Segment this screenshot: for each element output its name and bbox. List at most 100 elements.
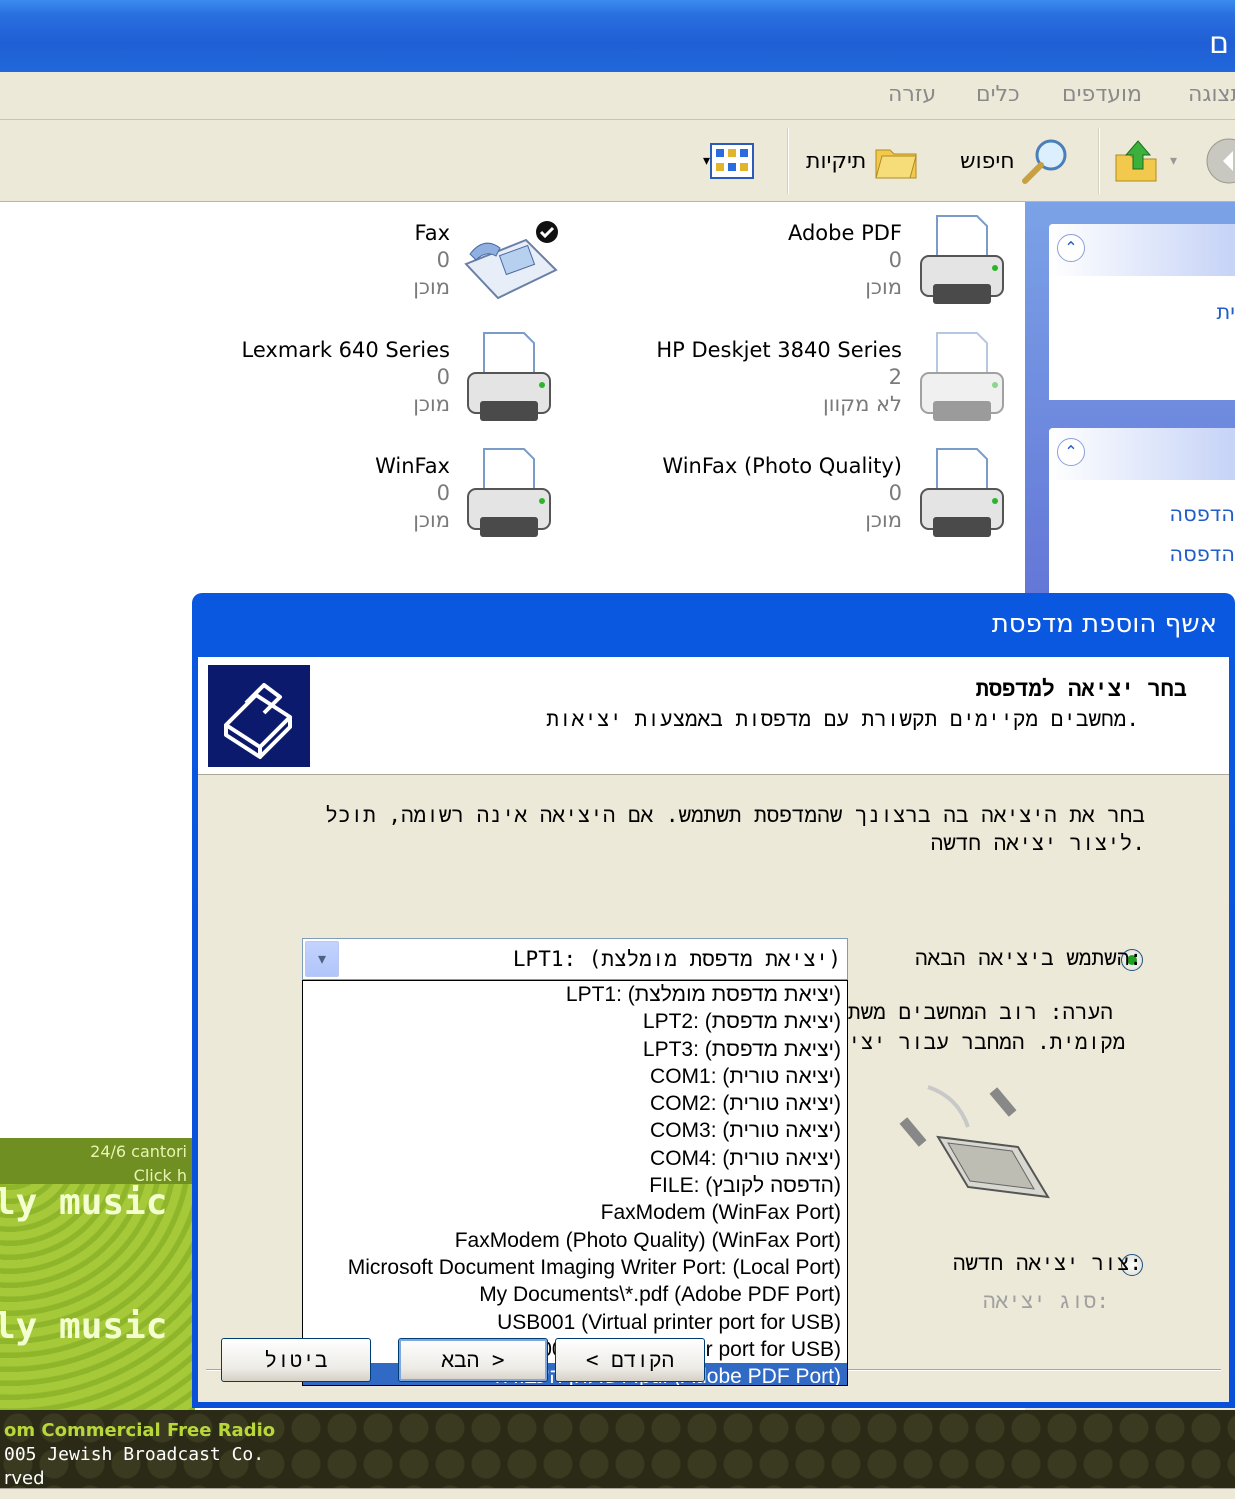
printer-icon [467,448,551,537]
footer-line-3: rved [4,1468,45,1489]
port-option[interactable]: USB001 (Virtual printer port for USB) [303,1309,847,1336]
port-dropdown-list[interactable]: LPT1: (יציאת מדפסת מומלצת) LPT2: (יציאת מ… [302,980,848,1386]
wizard-step-title: בחר יציאה למדפסת [975,677,1187,702]
dropdown-arrow-icon: ▾ [703,153,711,169]
window-title: ם [1209,26,1229,61]
printer-jobs: 0 [888,248,902,272]
port-note: הערה: רוב המחשבים משת מקומית. המחבר עבור… [848,997,1148,1057]
views-button[interactable]: ▾ [703,138,773,184]
radio-footer: om Commercial Free Radio 005 Jewish Broa… [0,1410,1235,1489]
printer-status: מוכן [865,508,902,532]
banner-music-1: ly music [0,1182,168,1223]
wizard-title: אשף הוספת מדפסת [991,609,1217,639]
folders-button[interactable]: תיקיות [806,138,920,184]
back-dropdown-arrow[interactable]: ▾ [1170,138,1177,184]
back-button[interactable]: < הקודם [555,1338,705,1382]
task-link[interactable]: ית [1217,300,1235,324]
wizard-instructions: בחר את היציאה בה ברצונך שהמדפסת תשתמש. א… [245,801,1145,857]
printer-name: WinFax (Photo Quality) [662,454,902,478]
printer-status: מוכן [413,392,450,416]
menu-help[interactable]: עזרה [888,82,936,107]
printer-icon [920,448,1004,537]
search-icon [1021,139,1067,184]
printer-icon [920,215,1004,304]
toolbar-separator [787,128,789,194]
task-pane: ⌃ ית ⌃ הדפסה הדפסה [1025,202,1235,612]
port-option[interactable]: FILE: (הדפסה לקובץ) [303,1172,847,1199]
next-button[interactable]: הבא > [398,1338,548,1382]
back-button[interactable] [1203,138,1235,184]
printer-item-lexmark[interactable]: Lexmark 640 Series 0 מוכן [200,337,450,418]
printer-jobs: 0 [436,481,450,505]
port-option[interactable]: COM1: (יציאה טורית) [303,1063,847,1090]
window-title-bar[interactable]: ם [0,0,1235,72]
menu-view[interactable]: תצוגה [1188,82,1235,107]
add-printer-wizard: אשף הוספת מדפסת בחר יציאה למדפסת מחשבים … [192,593,1235,1408]
folders-icon [875,149,918,179]
up-folder-button[interactable] [1112,138,1160,184]
status-bar [0,1488,1235,1499]
printer-name: Fax [414,221,450,245]
create-new-port-label: צור יציאה חדשה: [952,1251,1142,1275]
collapse-chevron-icon[interactable]: ⌃ [1057,438,1085,466]
menu-tools[interactable]: כלים [976,82,1020,107]
fax-icon [464,221,558,300]
collapse-chevron-icon[interactable]: ⌃ [1057,234,1085,262]
port-option[interactable]: COM3: (יציאה טורית) [303,1117,847,1144]
search-button[interactable]: חיפוש [960,138,1071,184]
chevron-down-icon[interactable]: ▾ [305,941,339,977]
use-existing-port-label: השתמש ביציאה הבאה: [915,946,1142,970]
port-option[interactable]: LPT3: (יציאת מדפסת) [303,1036,847,1063]
printer-item-fax[interactable]: Fax 0 מוכן [250,220,450,301]
banner-music-2: ly music [0,1306,168,1347]
port-option[interactable]: COM4: (יציאה טורית) [303,1145,847,1172]
port-option[interactable]: FaxModem (WinFax Port) [303,1199,847,1226]
port-option[interactable]: LPT2: (יציאת מדפסת) [303,1008,847,1035]
port-type-label: סוג יציאה: [982,1289,1109,1313]
printer-name: WinFax [375,454,450,478]
port-option[interactable]: My Documents\*.pdf (Adobe PDF Port) [303,1281,847,1308]
port-select[interactable]: LPT1: (יציאת מדפסת מומלצת) ▾ [302,938,848,980]
printer-icon [920,332,1004,421]
menu-bar: עזרה כלים מועדפים תצוגה [0,72,1235,120]
task-pane-box-2: ⌃ הדפסה הדפסה [1049,428,1235,612]
printer-item-adobe-pdf[interactable]: Adobe PDF 0 מוכן [640,220,902,301]
task-pane-box-2-header[interactable]: ⌃ [1049,428,1235,480]
printer-item-winfax[interactable]: WinFax 0 מוכן [250,453,450,534]
instruction-line-2: ליצור יציאה חדשה. [930,831,1145,855]
dropdown-arrow-icon: ▾ [1170,153,1178,169]
footer-line-1: om Commercial Free Radio [4,1420,276,1441]
wizard-header: בחר יציאה למדפסת מחשבים מקיימים תקשורת ע… [198,657,1229,775]
cancel-button[interactable]: ביטול [221,1338,371,1382]
wizard-title-bar[interactable]: אשף הוספת מדפסת [198,593,1229,657]
printer-item-winfax-photo[interactable]: WinFax (Photo Quality) 0 מוכן [600,453,902,534]
radio-banner[interactable]: 24/6 cantori Click h ly music ly music [0,1138,195,1410]
task-pane-box-1: ⌃ ית [1049,224,1235,400]
search-label: חיפוש [960,148,1015,174]
printer-status: מוכן [413,508,450,532]
wizard-step-subtitle: מחשבים מקיימים תקשורת עם מדפסות באמצעות … [546,707,1139,731]
port-option[interactable]: LPT1: (יציאת מדפסת מומלצת) [303,981,847,1008]
port-option[interactable]: Microsoft Document Imaging Writer Port: … [303,1254,847,1281]
task-link-print-1[interactable]: הדפסה [1169,502,1235,526]
printer-status: מוכן [865,275,902,299]
printer-status: לא מקוון [823,392,902,416]
printer-name: Lexmark 640 Series [241,338,450,362]
port-option[interactable]: FaxModem (Photo Quality) (WinFax Port) [303,1227,847,1254]
printer-name: Adobe PDF [787,221,902,245]
task-pane-box-1-header[interactable]: ⌃ [1049,224,1235,276]
printer-wizard-icon [208,665,310,767]
printer-icon [467,332,551,421]
up-folder-icon [1115,140,1157,182]
instruction-line-1: בחר את היציאה בה ברצונך שהמדפסת תשתמש. א… [325,803,1145,827]
footer-line-2: 005 Jewish Broadcast Co. [4,1444,265,1465]
note-line-2: מקומית. המחבר עבור יצי [848,1030,1126,1054]
port-option[interactable]: COM2: (יציאה טורית) [303,1090,847,1117]
task-link-print-2[interactable]: הדפסה [1169,542,1235,566]
back-arrow-icon [1206,138,1235,184]
printer-jobs: 0 [436,365,450,389]
toolbar-separator [1098,128,1100,194]
printer-jobs: 0 [436,248,450,272]
printer-item-hp-deskjet[interactable]: HP Deskjet 3840 Series 2 לא מקוון [600,337,902,418]
menu-favorites[interactable]: מועדפים [1062,82,1142,107]
